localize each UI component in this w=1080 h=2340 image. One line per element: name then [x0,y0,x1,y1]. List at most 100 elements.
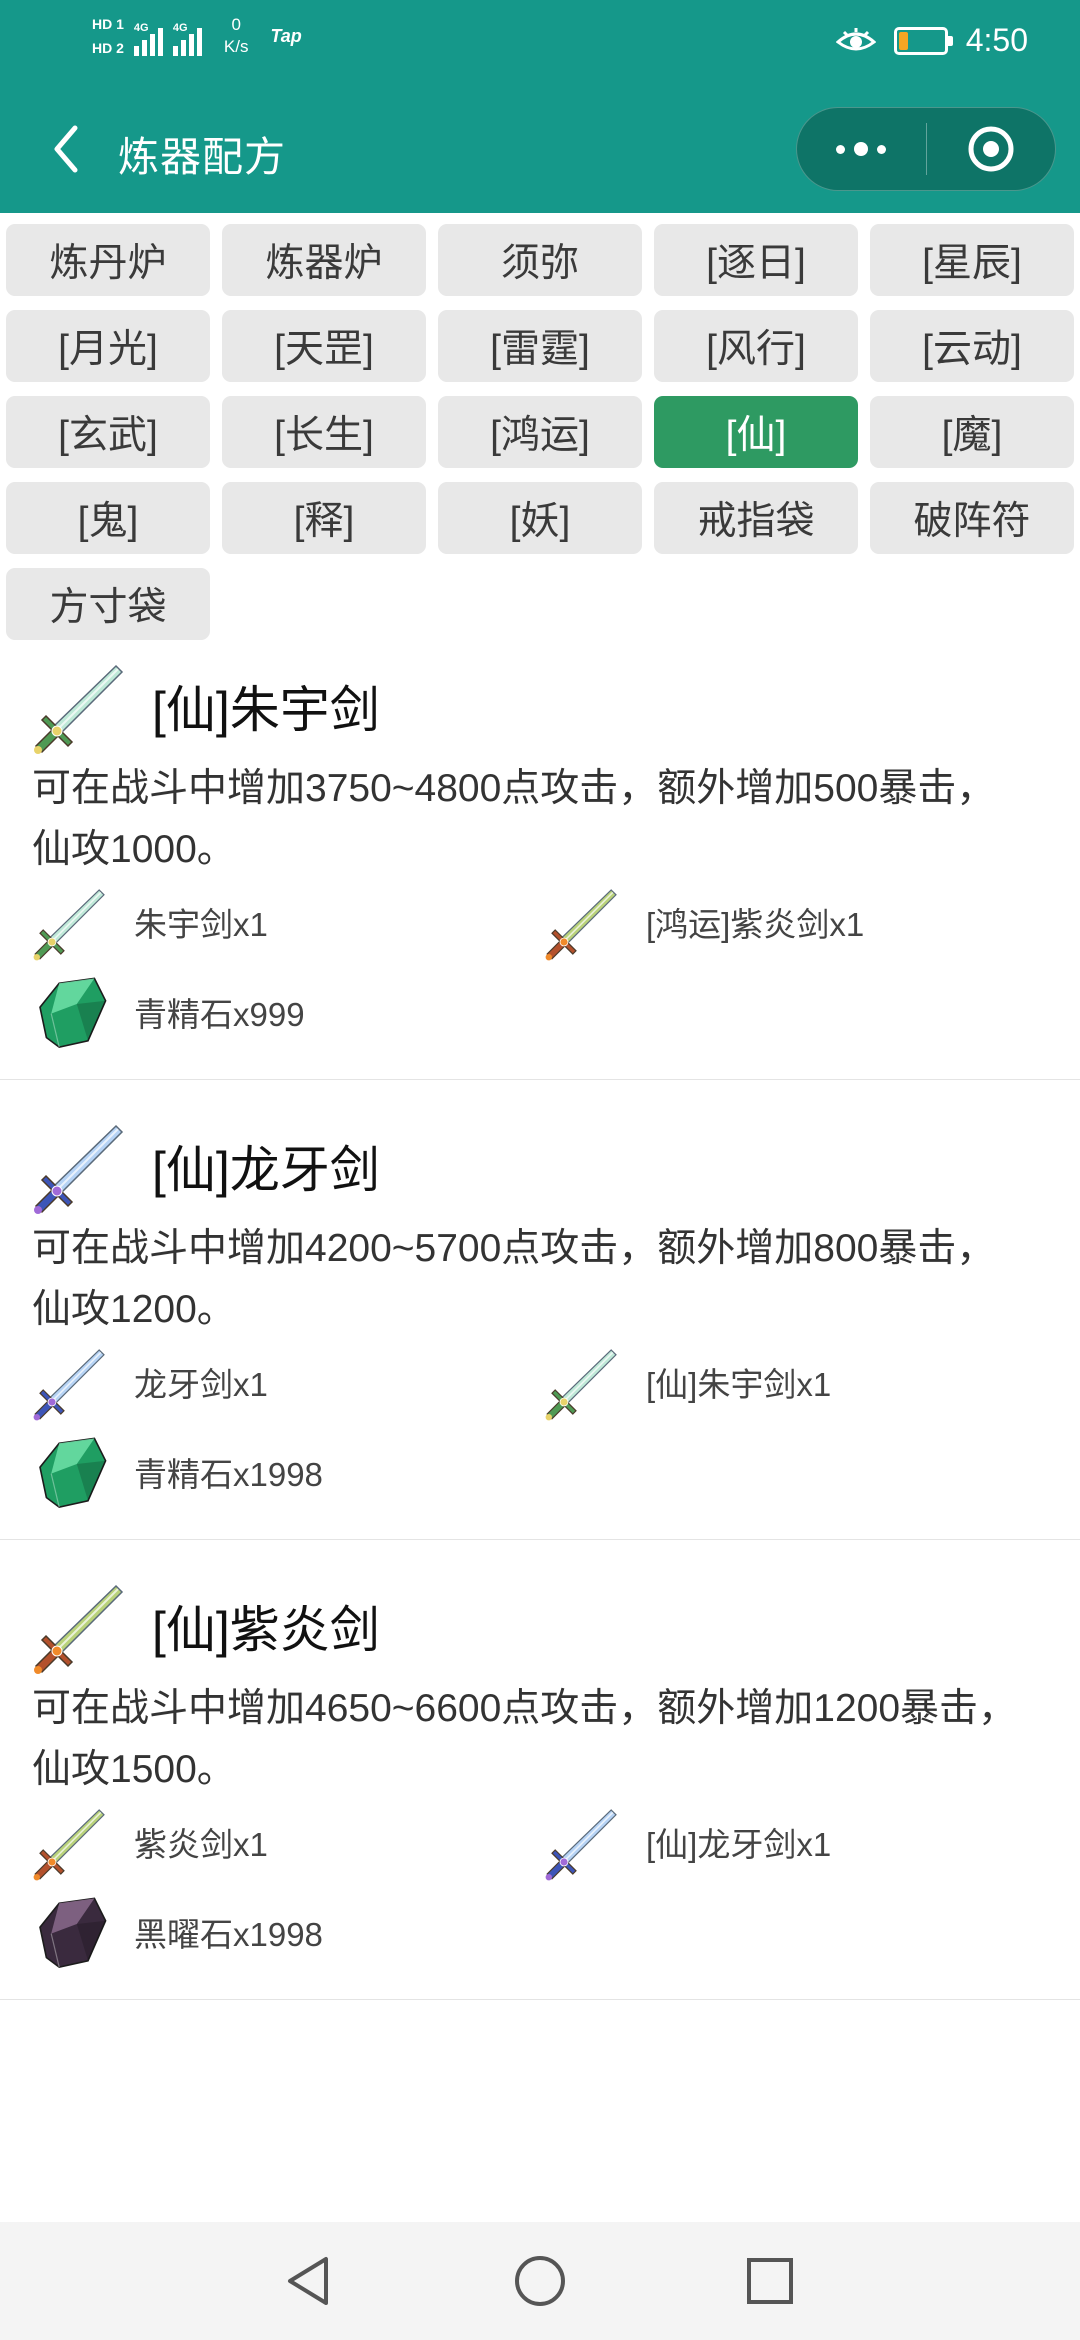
nav-home-button[interactable] [500,2241,580,2321]
category-chip[interactable]: [魔] [870,396,1074,468]
blue-sword-icon [34,1124,124,1214]
recipe-title: [仙]龙牙剑 [152,1142,380,1198]
recipe-title: [仙]朱宇剑 [152,682,380,738]
tap-label: Tap [270,25,302,46]
recipe-description: 可在战斗中增加4650~6600点攻击，额外增加1200暴击，仙攻1500。 [32,1687,1018,1791]
hd2-label: HD 2 [92,40,124,56]
recipe-title: [仙]紫炎剑 [152,1602,380,1658]
recipe-card[interactable]: [仙]紫炎剑可在战斗中增加4650~6600点攻击，额外增加1200暴击，仙攻1… [0,1540,1080,2000]
recipe-description: 可在战斗中增加3750~4800点攻击，额外增加500暴击，仙攻1000。 [32,767,996,871]
signal-icon: 4G [133,16,163,56]
top-bar: HD 1 HD 2 4G 4G 0 K/s Tap 4:50 炼器配方 [0,0,1080,213]
mini-program-capsule [796,107,1056,191]
nav-back-button[interactable] [270,2241,350,2321]
category-grid: 炼丹炉 炼器炉 须弥 [逐日] [星辰] [月光] [天罡] [雷霆] [风行] [云动] [玄武]… [6,224,1076,640]
nav-back-icon [288,2257,328,2305]
more-dots-icon [836,142,887,156]
material-name: 朱宇剑x1 [134,906,268,943]
status-left: HD 1 HD 2 4G 4G 0 K/s Tap [92,14,302,58]
material-item: 朱宇剑x1 [32,884,544,961]
flame-sword-icon [33,1809,105,1881]
green-crystal-icon [39,977,107,1049]
category-chip[interactable]: [风行] [654,310,858,382]
signal-icon: 4G [172,16,202,56]
material-item: 紫炎剑x1 [32,1804,544,1881]
back-icon [54,125,78,173]
recipe-card[interactable]: [仙]龙牙剑可在战斗中增加4200~5700点攻击，额外增加800暴击，仙攻12… [0,1080,1080,1540]
category-chip[interactable]: [逐日] [654,224,858,296]
category-chip[interactable]: [天罡] [222,310,426,382]
category-chip[interactable]: 炼丹炉 [6,224,210,296]
material-name: [鸿运]紫炎剑x1 [646,906,865,943]
category-chip[interactable]: [仙] [654,396,858,468]
material-list: 朱宇剑x1 [鸿运]紫炎剑x1 青精石x999 [32,884,1052,1050]
more-button[interactable] [797,107,926,191]
material-name: 龙牙剑x1 [134,1366,268,1403]
nav-home-icon [515,2256,565,2306]
material-item: [仙]朱宇剑x1 [544,1344,1044,1421]
blue-sword-icon [545,1809,617,1881]
material-list: 紫炎剑x1 [仙]龙牙剑x1 黑曜石x1998 [32,1804,1052,1970]
status-right: 4:50 [835,22,1028,59]
green-crystal-icon [39,1437,107,1509]
category-chip[interactable]: 破阵符 [870,482,1074,554]
material-list: 龙牙剑x1 [仙]朱宇剑x1 青精石x1998 [32,1344,1052,1510]
category-chip[interactable]: [玄武] [6,396,210,468]
material-name: 紫炎剑x1 [134,1826,268,1863]
obsidian-icon [39,1897,107,1969]
category-chip[interactable]: [鬼] [6,482,210,554]
jade-sword-icon [545,1349,617,1421]
recipe-description: 可在战斗中增加4200~5700点攻击，额外增加800暴击，仙攻1200。 [32,1227,996,1331]
flame-sword-icon [34,1584,124,1674]
material-item: 黑曜石x1998 [32,1894,544,1970]
category-chip[interactable]: 戒指袋 [654,482,858,554]
category-chip[interactable]: [妖] [438,482,642,554]
close-button[interactable] [927,107,1056,191]
material-item: 龙牙剑x1 [32,1344,544,1421]
material-item: [仙]龙牙剑x1 [544,1804,1044,1881]
battery-icon [893,26,953,55]
hd-indicators: HD 1 HD 2 [92,14,124,58]
recipe-card[interactable]: [仙]朱宇剑可在战斗中增加3750~4800点攻击，额外增加500暴击，仙攻10… [0,620,1080,1080]
jade-sword-icon [33,889,105,961]
jade-sword-icon [34,664,124,754]
recipe-icon [32,1116,132,1216]
net1-label: 4G [133,22,149,34]
page-title: 炼器配方 [118,134,286,180]
category-chip[interactable]: [云动] [870,310,1074,382]
speed-unit: K/s [223,37,249,56]
material-name: 青精石x1998 [134,1456,323,1493]
target-close-icon [968,126,1014,172]
material-item: [鸿运]紫炎剑x1 [544,884,1044,961]
net2-label: 4G [172,22,188,34]
material-name: [仙]朱宇剑x1 [646,1366,832,1403]
recipe-list: [仙]朱宇剑可在战斗中增加3750~4800点攻击，额外增加500暴击，仙攻10… [0,620,1080,2000]
category-chip[interactable]: [鸿运] [438,396,642,468]
title-bar: 炼器配方 [0,95,1080,205]
category-chip[interactable]: [长生] [222,396,426,468]
category-chip[interactable]: 须弥 [438,224,642,296]
category-chip[interactable]: [星辰] [870,224,1074,296]
category-chip[interactable]: [雷霆] [438,310,642,382]
recipe-header: [仙]朱宇剑 [32,656,380,756]
nav-recent-icon [747,2258,793,2304]
back-button[interactable] [36,119,96,179]
material-name: [仙]龙牙剑x1 [646,1826,832,1863]
category-chip[interactable]: [释] [222,482,426,554]
blue-sword-icon [33,1349,105,1421]
material-name: 黑曜石x1998 [134,1916,323,1953]
flame-sword-icon [545,889,617,961]
recipe-icon [32,656,132,756]
category-chip[interactable]: [月光] [6,310,210,382]
system-nav-bar [0,2222,1080,2340]
recipe-header: [仙]龙牙剑 [32,1116,380,1216]
material-name: 青精石x999 [134,996,305,1033]
recipe-icon [32,1576,132,1676]
nav-recent-button[interactable] [730,2241,810,2321]
speed-value: 0 [231,15,241,34]
clock: 4:50 [965,22,1028,58]
status-bar: HD 1 HD 2 4G 4G 0 K/s Tap 4:50 [0,0,1080,88]
category-chip[interactable]: 炼器炉 [222,224,426,296]
material-item: 青精石x1998 [32,1434,544,1510]
net-speed: 0 K/s [224,14,249,58]
